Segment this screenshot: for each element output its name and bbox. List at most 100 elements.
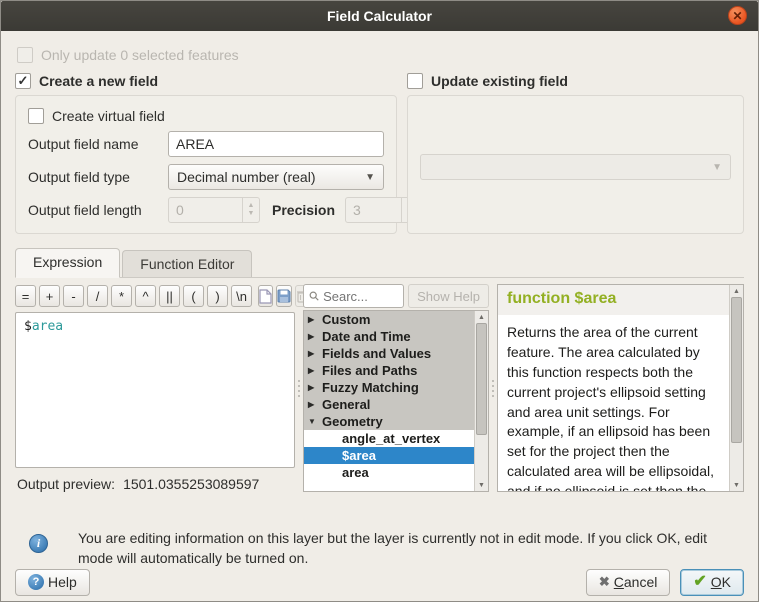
checkbox-checked-icon: ✓ <box>15 73 31 89</box>
operator-button[interactable]: ^ <box>135 285 156 307</box>
help-content: function $area Returns the area of the c… <box>498 285 729 491</box>
function-tree-group[interactable]: ▼Geometry <box>304 413 474 430</box>
output-field-name-row: Output field name <box>28 131 384 157</box>
function-tree-item[interactable]: $area <box>304 447 474 464</box>
triangle-right-icon[interactable]: ▶ <box>308 366 322 375</box>
operator-button[interactable]: ) <box>207 285 228 307</box>
function-tree-item[interactable]: angle_at_vertex <box>304 430 474 447</box>
function-tree-scrollbar[interactable]: ▲ ▼ <box>474 311 488 491</box>
operator-button[interactable]: = <box>15 285 36 307</box>
close-button[interactable]: ✕ <box>728 6 747 25</box>
create-new-field-label: Create a new field <box>39 73 158 89</box>
triangle-right-icon[interactable]: ▶ <box>308 315 322 324</box>
ok-button[interactable]: ✔ OK <box>680 569 744 596</box>
expression-editor[interactable]: $area <box>15 312 295 468</box>
output-field-name-input[interactable] <box>168 131 384 157</box>
operator-button[interactable]: * <box>111 285 132 307</box>
output-preview-label: Output preview: <box>17 476 115 492</box>
create-new-field-checkbox[interactable]: ✓ Create a new field <box>15 73 397 89</box>
scroll-up-icon[interactable]: ▲ <box>475 311 488 323</box>
new-file-icon <box>259 289 272 304</box>
only-update-selected-checkbox: Only update 0 selected features <box>17 47 742 63</box>
output-field-type-select[interactable]: Decimal number (real) ▼ <box>168 164 384 190</box>
top-columns: ✓ Create a new field Create virtual fiel… <box>15 73 744 234</box>
cancel-button-label: Cancel <box>614 574 658 590</box>
operator-button[interactable]: ( <box>183 285 204 307</box>
help-button[interactable]: ? Help <box>15 569 90 596</box>
function-tree-label: Fuzzy Matching <box>322 380 419 395</box>
triangle-right-icon[interactable]: ▶ <box>308 332 322 341</box>
tab-bar: Expression Function Editor <box>15 248 744 278</box>
tab-expression-label: Expression <box>33 254 102 270</box>
scrollbar-thumb[interactable] <box>731 297 742 443</box>
titlebar: Field Calculator ✕ <box>1 1 758 31</box>
scroll-down-icon[interactable]: ▼ <box>475 479 488 491</box>
splitter-handle[interactable] <box>295 284 303 492</box>
help-scrollbar[interactable]: ▲ ▼ <box>729 285 743 491</box>
triangle-right-icon[interactable]: ▶ <box>308 349 322 358</box>
dialog-button-row: ? Help ✖ Cancel ✔ OK <box>15 569 744 596</box>
function-search-box[interactable] <box>303 284 404 308</box>
function-tree-label: area <box>342 465 369 480</box>
function-tree-group[interactable]: ▶General <box>304 396 474 413</box>
scrollbar-track <box>475 323 488 479</box>
tab-function-editor[interactable]: Function Editor <box>122 250 252 277</box>
new-expression-button[interactable] <box>258 285 273 307</box>
spinner-arrows-icon: ▲▼ <box>242 198 259 222</box>
chevron-down-icon: ▼ <box>712 162 722 173</box>
update-existing-field-group: ▼ <box>407 95 744 234</box>
cross-icon: ✖ <box>599 574 610 590</box>
function-tree-item[interactable]: area <box>304 464 474 481</box>
output-field-length-row: Output field length 0 ▲▼ Precision 3 ▲▼ <box>28 197 384 223</box>
function-tree-group[interactable]: ▶Custom <box>304 311 474 328</box>
window-title: Field Calculator <box>327 8 432 24</box>
operator-button[interactable]: \n <box>231 285 252 307</box>
help-column: function $area Returns the area of the c… <box>497 284 744 492</box>
triangle-down-icon[interactable]: ▼ <box>308 417 322 426</box>
expression-variable-sigil: $ <box>24 319 32 334</box>
operator-button[interactable]: / <box>87 285 108 307</box>
triangle-right-icon[interactable]: ▶ <box>308 400 322 409</box>
function-tree-label: Custom <box>322 312 370 327</box>
checkbox-icon <box>28 108 44 124</box>
search-icon <box>309 290 319 302</box>
output-field-length-spinner: 0 ▲▼ <box>168 197 260 223</box>
function-tree-panel: ▶Custom▶Date and Time▶Fields and Values▶… <box>303 310 489 492</box>
function-tree-group[interactable]: ▶Files and Paths <box>304 362 474 379</box>
save-expression-button[interactable] <box>276 285 292 307</box>
scroll-down-icon[interactable]: ▼ <box>730 479 743 491</box>
operator-buttons: =+-/*^||()\n <box>15 285 252 307</box>
create-virtual-field-checkbox[interactable]: Create virtual field <box>28 108 384 124</box>
function-tree-label: Geometry <box>322 414 383 429</box>
update-existing-field-section: Update existing field ▼ <box>407 73 744 234</box>
cancel-button[interactable]: ✖ Cancel <box>586 569 671 596</box>
save-icon <box>277 289 291 303</box>
function-help-panel: function $area Returns the area of the c… <box>497 284 744 492</box>
tab-function-editor-label: Function Editor <box>140 256 234 272</box>
function-tree-group[interactable]: ▶Fuzzy Matching <box>304 379 474 396</box>
help-function-title: function $area <box>498 285 729 315</box>
scrollbar-thumb[interactable] <box>476 323 487 435</box>
output-preview: Output preview: 1501.0355253089597 <box>15 468 295 492</box>
edit-mode-message-row: i You are editing information on this la… <box>15 528 744 569</box>
help-button-label: Help <box>48 574 77 590</box>
output-field-length-label: Output field length <box>28 202 168 218</box>
output-field-type-row: Output field type Decimal number (real) … <box>28 164 384 190</box>
scroll-up-icon[interactable]: ▲ <box>730 285 743 297</box>
output-field-name-label: Output field name <box>28 136 168 152</box>
search-input[interactable] <box>323 289 398 304</box>
info-icon: i <box>29 534 48 553</box>
function-tree-group[interactable]: ▶Date and Time <box>304 328 474 345</box>
function-tree-group[interactable]: ▶Fields and Values <box>304 345 474 362</box>
ok-button-label: OK <box>711 574 731 590</box>
operator-button[interactable]: - <box>63 285 84 307</box>
update-existing-field-checkbox[interactable]: Update existing field <box>407 73 744 89</box>
expression-variable-name: area <box>32 319 63 334</box>
operator-button[interactable]: || <box>159 285 180 307</box>
operator-button[interactable]: + <box>39 285 60 307</box>
splitter-handle[interactable] <box>489 284 497 492</box>
scrollbar-track <box>730 297 743 479</box>
tab-expression[interactable]: Expression <box>15 248 120 278</box>
triangle-right-icon[interactable]: ▶ <box>308 383 322 392</box>
function-tree-label: angle_at_vertex <box>342 431 440 446</box>
